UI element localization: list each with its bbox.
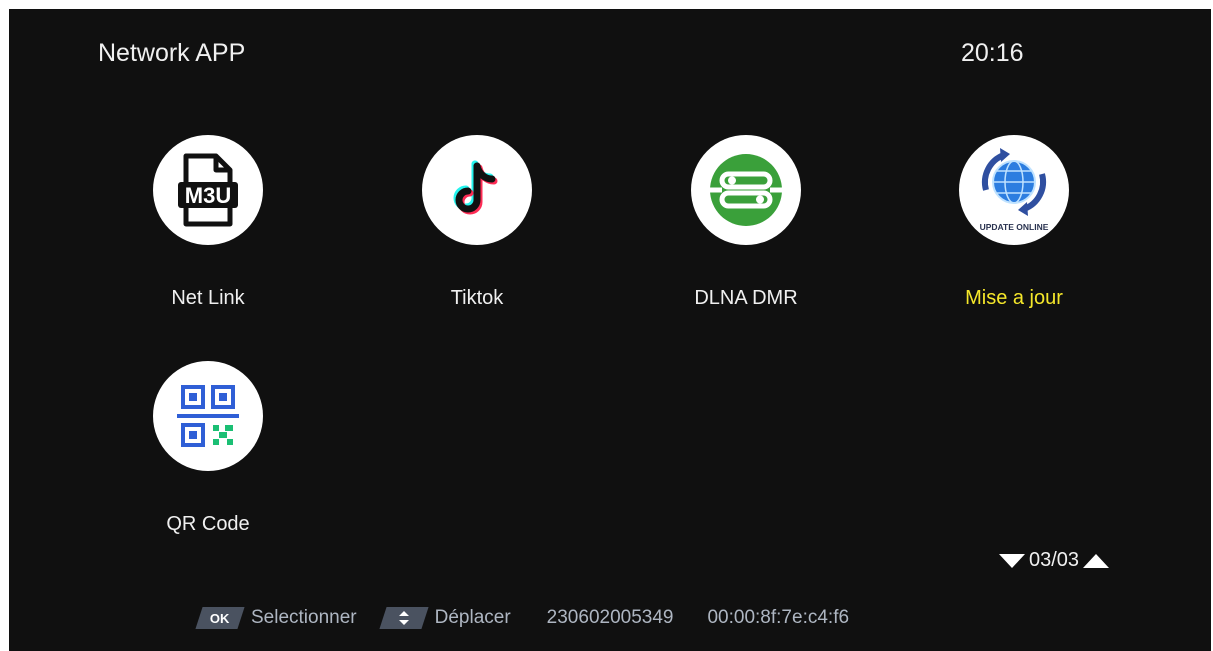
m3u-file-icon: M3U (178, 153, 238, 227)
serial-number: 230602005349 (546, 607, 674, 628)
footer-hints: OK Selectionner Déplacer 230602005349 00… (195, 607, 850, 629)
app-label: Tiktok (450, 287, 504, 309)
update-online-icon: UPDATE ONLINE (980, 148, 1049, 232)
app-label: Mise a jour (965, 287, 1063, 309)
app-label: Net Link (171, 287, 245, 309)
mac-address: 00:00:8f:7e:c4:f6 (707, 607, 850, 628)
page-title: Network APP (98, 39, 246, 67)
ok-hint-label: Selectionner (251, 607, 357, 628)
up-down-arrows-icon (398, 611, 409, 625)
app-icon-circle: UPDATE ONLINE (959, 135, 1069, 245)
tiktok-icon (453, 160, 498, 215)
ok-key: OK (195, 607, 245, 629)
qr-code-icon (177, 385, 239, 447)
dlna-icon (708, 154, 784, 226)
app-icon-circle: M3U (153, 135, 263, 245)
app-tiktok[interactable]: Tiktok (367, 135, 587, 325)
app-icon-circle (422, 135, 532, 245)
update-online-text: UPDATE ONLINE (980, 222, 1049, 232)
updown-key (379, 607, 429, 629)
app-icon-circle (153, 361, 263, 471)
app-label: QR Code (166, 513, 250, 535)
page-indicator: 03/03 (999, 549, 1110, 572)
app-label: DLNA DMR (694, 287, 798, 309)
move-hint-label: Déplacer (434, 607, 511, 628)
page-down-icon[interactable] (999, 553, 1025, 568)
page-counter: 03/03 (1029, 549, 1080, 571)
app-qr-code[interactable]: QR Code (98, 361, 318, 551)
app-icon-circle (691, 135, 801, 245)
tv-screen: Network APP 20:16 M3U Net Link Tiktok DL… (9, 9, 1211, 651)
app-net-link[interactable]: M3U Net Link (98, 135, 318, 325)
app-mise-a-jour[interactable]: UPDATE ONLINE Mise a jour (904, 135, 1124, 325)
clock: 20:16 (961, 39, 1024, 67)
m3u-text: M3U (185, 183, 231, 208)
app-dlna-dmr[interactable]: DLNA DMR (636, 135, 856, 325)
page-up-icon[interactable] (1083, 553, 1110, 568)
